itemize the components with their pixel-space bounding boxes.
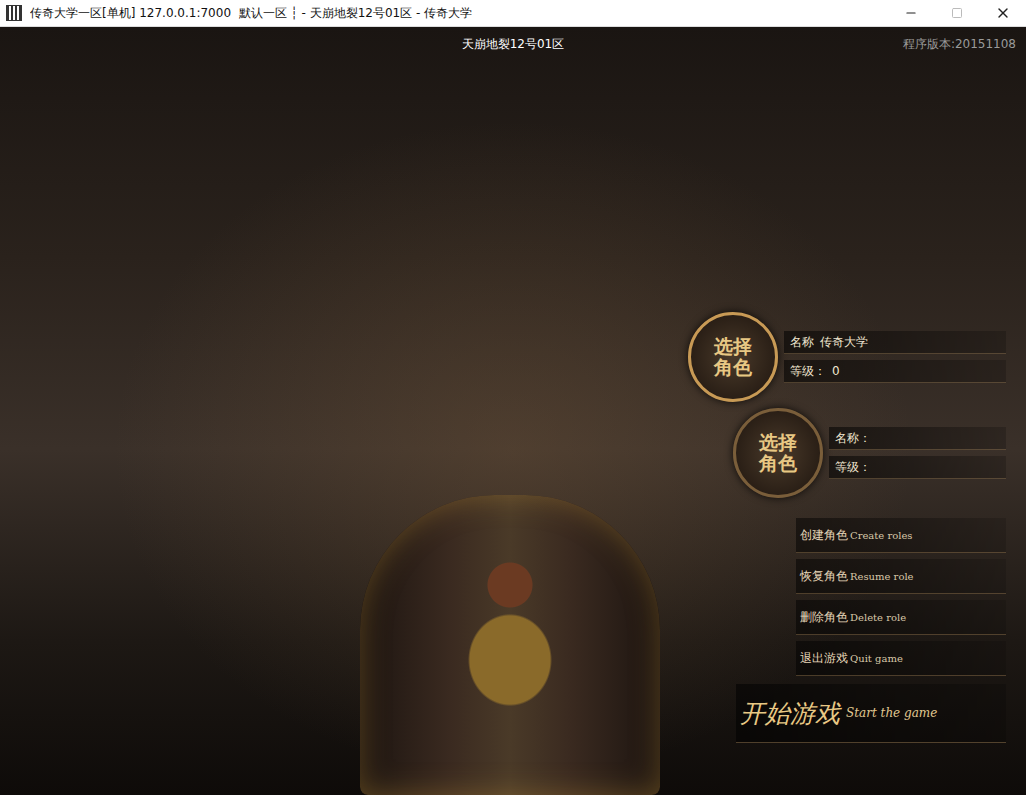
maximize-button[interactable]	[934, 0, 980, 26]
minimize-button[interactable]	[888, 0, 934, 26]
minimize-icon	[904, 6, 918, 20]
role-level: 等级：0	[784, 360, 1006, 383]
menu-item[interactable]: 恢复角色Resume role	[796, 559, 1006, 594]
game-window: 传奇大学一区[单机] 127.0.0.1:7000 默认一区 ┆ - 天崩地裂1…	[0, 0, 1026, 795]
menu-item[interactable]: 删除角色Delete role	[796, 600, 1006, 635]
version: 程序版本:20151108	[564, 36, 1016, 53]
close-button[interactable]	[980, 0, 1026, 26]
select-role-button[interactable]: 选择角色	[688, 312, 778, 402]
start-game-button[interactable]: 开始游戏Start the game	[736, 684, 1006, 743]
title-bar: 传奇大学一区[单机] 127.0.0.1:7000 默认一区 ┆ - 天崩地裂1…	[0, 0, 1026, 27]
menu-item[interactable]: 创建角色Create roles	[796, 518, 1006, 553]
character-figure	[360, 495, 660, 795]
select-role-button[interactable]: 选择角色	[733, 408, 823, 498]
maximize-icon	[951, 7, 963, 19]
header: 天崩地裂12号01区程序版本:20151108	[0, 27, 1026, 57]
game-screen: 天崩地裂12号01区程序版本:20151108选择角色名称传奇大学等级：0选择角…	[0, 27, 1026, 795]
window-title: 传奇大学一区[单机] 127.0.0.1:7000 默认一区 ┆ - 天崩地裂1…	[30, 5, 888, 22]
scene	[0, 57, 688, 795]
role-name: 名称传奇大学	[784, 331, 1006, 354]
role-slot: 选择角色名称传奇大学等级：0	[688, 312, 1006, 402]
role-menu: 创建角色Create roles 恢复角色Resume role 删除角色Delet…	[796, 518, 1006, 682]
server-name: 天崩地裂12号01区	[462, 36, 565, 53]
app-icon	[6, 5, 22, 21]
role-level: 等级：	[829, 456, 1006, 479]
role-name: 名称：	[829, 427, 1006, 450]
menu-item[interactable]: 退出游戏Quit game	[796, 641, 1006, 676]
role-slot: 选择角色名称： 等级：	[733, 408, 1006, 498]
close-icon	[995, 5, 1011, 21]
role-panel: 选择角色名称传奇大学等级：0选择角色名称：等级：创建角色Create roles…	[688, 57, 1026, 795]
